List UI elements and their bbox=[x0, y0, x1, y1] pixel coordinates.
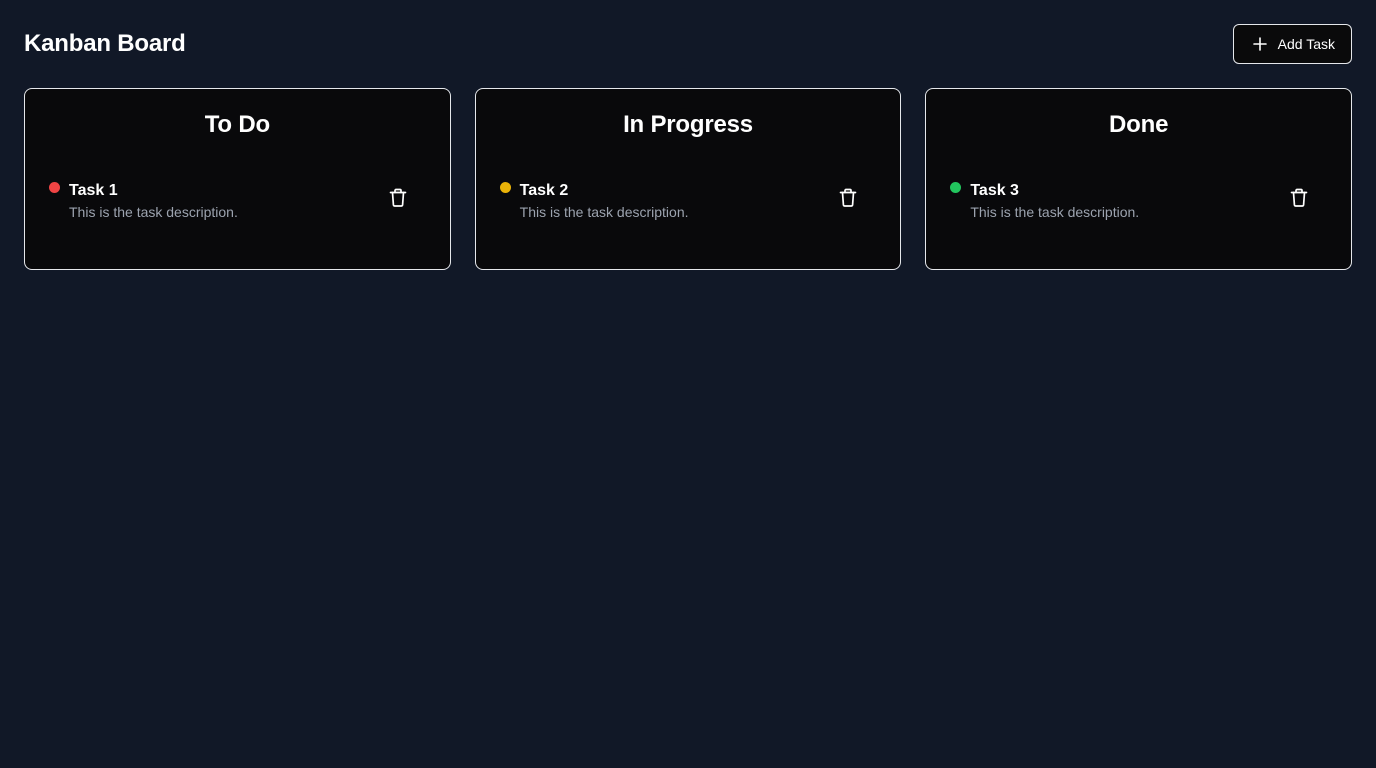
page-title: Kanban Board bbox=[24, 30, 186, 57]
status-dot bbox=[49, 182, 60, 193]
delete-task-button[interactable] bbox=[832, 183, 864, 215]
delete-task-button[interactable] bbox=[1283, 183, 1315, 215]
add-task-label: Add Task bbox=[1277, 36, 1335, 52]
header: Kanban Board Add Task bbox=[24, 24, 1352, 64]
task-description: This is the task description. bbox=[970, 204, 1140, 220]
column-title: To Do bbox=[204, 111, 270, 138]
column-title: In Progress bbox=[623, 111, 753, 138]
kanban-board: To Do Task 1 This is the task descriptio… bbox=[24, 88, 1352, 270]
trash-icon bbox=[839, 188, 857, 211]
task-card[interactable]: Task 3 This is the task description. bbox=[950, 181, 1327, 221]
plus-icon bbox=[1252, 36, 1268, 52]
task-body: Task 3 This is the task description. bbox=[970, 181, 1283, 221]
column-todo: To Do Task 1 This is the task descriptio… bbox=[24, 88, 451, 270]
task-card[interactable]: Task 2 This is the task description. bbox=[499, 181, 877, 221]
task-title: Task 1 bbox=[69, 182, 118, 199]
status-dot bbox=[950, 182, 962, 193]
column-in-progress: In Progress Task 2 This is the task desc… bbox=[474, 88, 902, 270]
trash-icon bbox=[389, 188, 407, 211]
trash-icon bbox=[1290, 188, 1308, 211]
status-dot bbox=[499, 182, 511, 193]
task-description: This is the task description. bbox=[69, 204, 238, 220]
task-card[interactable]: Task 1 This is the task description. bbox=[49, 181, 426, 221]
task-body: Task 2 This is the task description. bbox=[520, 181, 833, 221]
task-title: Task 2 bbox=[519, 182, 569, 199]
task-body: Task 1 This is the task description. bbox=[69, 181, 382, 221]
task-description: This is the task description. bbox=[519, 204, 689, 220]
kanban-app: Kanban Board Add Task To Do Task 1 This … bbox=[0, 0, 1376, 768]
delete-task-button[interactable] bbox=[382, 183, 414, 215]
task-title: Task 3 bbox=[970, 182, 1019, 199]
column-title: Done bbox=[1109, 111, 1169, 138]
add-task-button[interactable]: Add Task bbox=[1232, 24, 1352, 64]
column-done: Done Task 3 This is the task description… bbox=[925, 88, 1352, 270]
